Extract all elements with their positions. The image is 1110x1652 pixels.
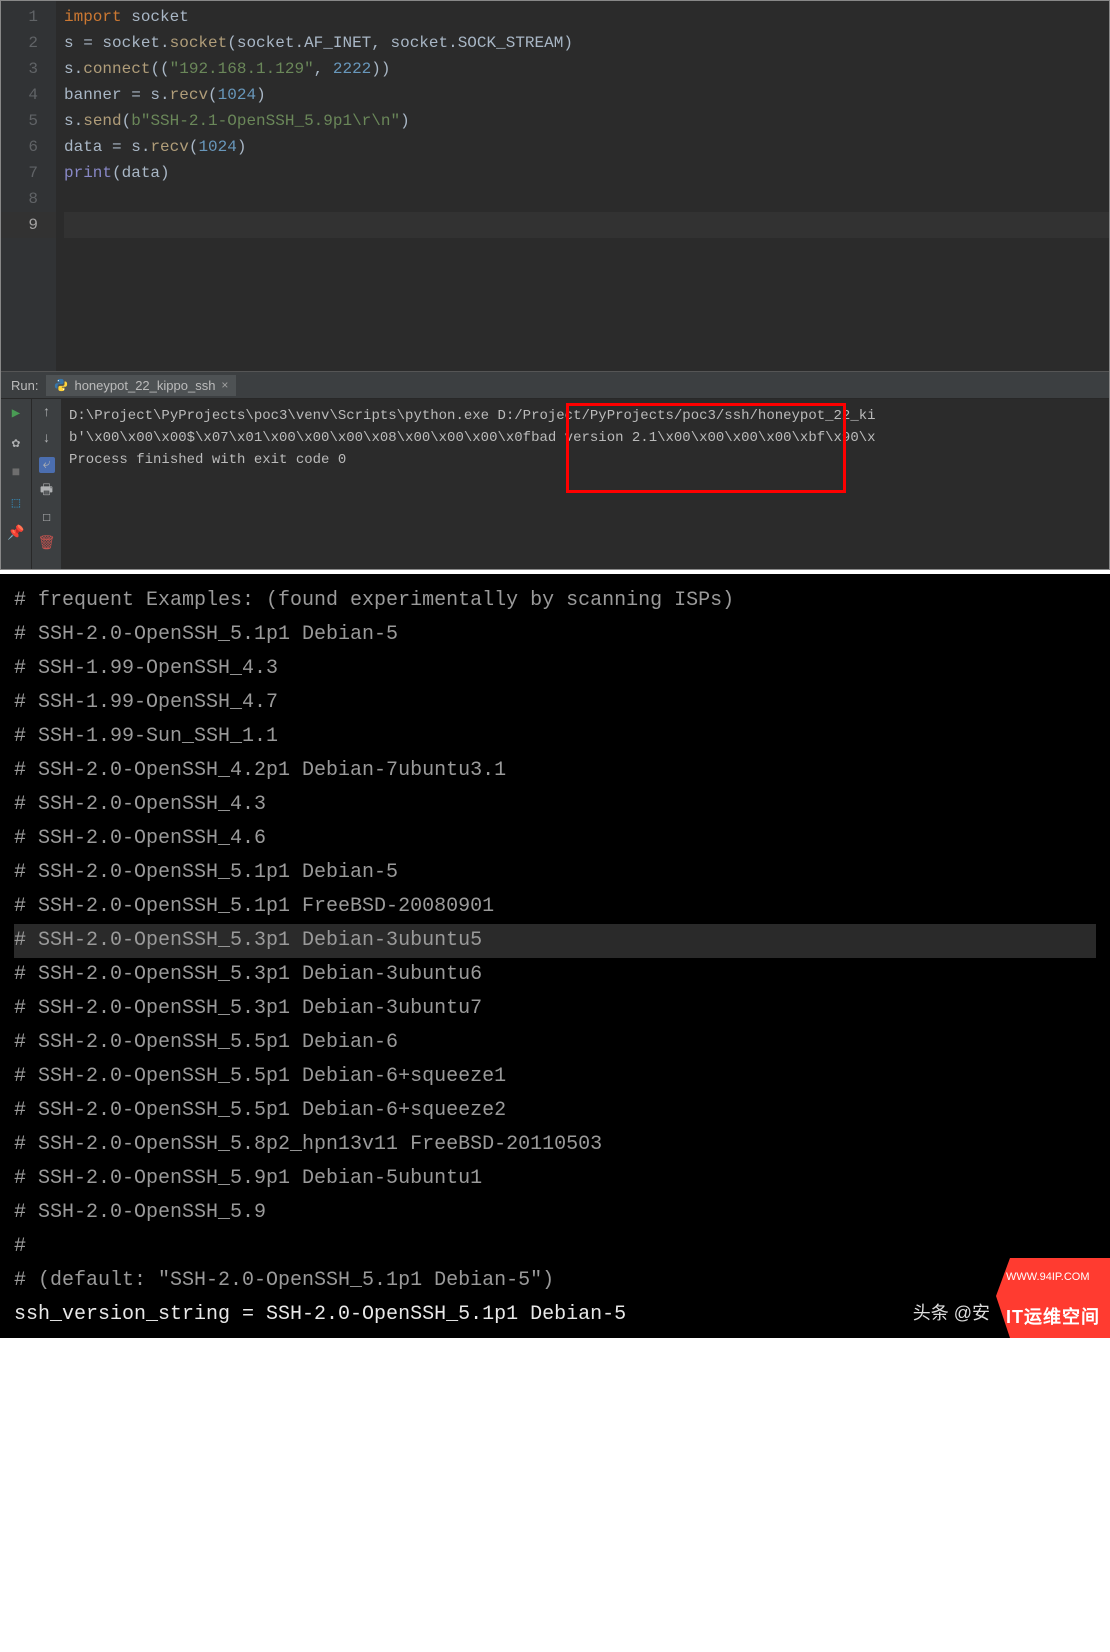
code-line[interactable] (64, 212, 1109, 238)
comment-line: # SSH-2.0-OpenSSH_4.3 (14, 788, 1096, 822)
watermark: 头条 @安 WWW.94IP.COM IT运维空间 (913, 1258, 1110, 1338)
arrow-down-icon[interactable]: ↓ (39, 431, 55, 447)
comment-line: # SSH-2.0-OpenSSH_5.1p1 Debian-5 (14, 856, 1096, 890)
run-actions-left: ▶ ✿ ■ ⬚ 📌 (1, 399, 31, 569)
layout-icon[interactable]: ⬚ (8, 495, 24, 511)
play-icon[interactable]: ▶ (8, 405, 24, 421)
line-number: 2 (1, 30, 56, 56)
comment-line: # SSH-2.0-OpenSSH_5.1p1 FreeBSD-20080901 (14, 890, 1096, 924)
editor-area[interactable]: 123456789 import sockets = socket.socket… (1, 1, 1109, 371)
comment-line: # SSH-2.0-OpenSSH_5.5p1 Debian-6+squeeze… (14, 1094, 1096, 1128)
wrap-icon[interactable]: ⤶ (39, 457, 55, 473)
run-console-area: ▶ ✿ ■ ⬚ 📌 ↑ ↓ ⤶ 🖶 ☐ 🗑 D:\Project\PyProje… (1, 399, 1109, 569)
ide-panel: 123456789 import sockets = socket.socket… (0, 0, 1110, 570)
comment-line: # SSH-2.0-OpenSSH_5.5p1 Debian-6+squeeze… (14, 1060, 1096, 1094)
run-tab[interactable]: honeypot_22_kippo_ssh × (46, 375, 236, 396)
close-icon[interactable]: × (221, 378, 228, 392)
comment-line: # SSH-2.0-OpenSSH_5.8p2_hpn13v11 FreeBSD… (14, 1128, 1096, 1162)
comment-line: # frequent Examples: (found experimental… (14, 584, 1096, 618)
watermark-title: IT运维空间 (996, 1296, 1110, 1338)
console-line: Process finished with exit code 0 (69, 449, 1101, 471)
code-line[interactable]: data = s.recv(1024) (64, 134, 1109, 160)
line-number: 3 (1, 56, 56, 82)
comment-line: # SSH-2.0-OpenSSH_5.5p1 Debian-6 (14, 1026, 1096, 1060)
console-line: b'\x00\x00\x00$\x07\x01\x00\x00\x00\x08\… (69, 427, 1101, 449)
code-line[interactable] (64, 186, 1109, 212)
comment-line: # SSH-2.0-OpenSSH_5.9p1 Debian-5ubuntu1 (14, 1162, 1096, 1196)
export-icon[interactable]: ☐ (39, 509, 55, 525)
config-comments-panel: # frequent Examples: (found experimental… (0, 574, 1110, 1338)
line-gutter: 123456789 (1, 1, 56, 371)
line-number: 5 (1, 108, 56, 134)
line-number: 8 (1, 186, 56, 212)
comment-line: # SSH-2.0-OpenSSH_5.3p1 Debian-3ubuntu5 (14, 924, 1096, 958)
arrow-up-icon[interactable]: ↑ (39, 405, 55, 421)
line-number: 9 (1, 212, 56, 238)
trash-icon[interactable]: 🗑 (39, 535, 55, 551)
stop-icon[interactable]: ■ (8, 465, 24, 481)
pin-icon[interactable]: 📌 (8, 525, 24, 541)
line-number: 6 (1, 134, 56, 160)
code-line[interactable]: import socket (64, 4, 1109, 30)
watermark-url: WWW.94IP.COM (996, 1258, 1110, 1296)
comment-line: # SSH-2.0-OpenSSH_4.6 (14, 822, 1096, 856)
comment-line: # SSH-2.0-OpenSSH_4.2p1 Debian-7ubuntu3.… (14, 754, 1096, 788)
watermark-badge: WWW.94IP.COM IT运维空间 (996, 1258, 1110, 1338)
comment-line: # SSH-1.99-OpenSSH_4.7 (14, 686, 1096, 720)
comment-line: # SSH-2.0-OpenSSH_5.3p1 Debian-3ubuntu7 (14, 992, 1096, 1026)
run-actions-inner: ↑ ↓ ⤶ 🖶 ☐ 🗑 (31, 399, 61, 569)
python-icon (54, 378, 68, 392)
print-icon[interactable]: 🖶 (39, 483, 55, 499)
comment-line: # SSH-2.0-OpenSSH_5.9 (14, 1196, 1096, 1230)
run-label: Run: (11, 378, 38, 393)
gear-icon[interactable]: ✿ (8, 435, 24, 451)
code-line[interactable]: s.send(b"SSH-2.1-OpenSSH_5.9p1\r\n") (64, 108, 1109, 134)
comment-line: # SSH-2.0-OpenSSH_5.3p1 Debian-3ubuntu6 (14, 958, 1096, 992)
code-line[interactable]: s = socket.socket(socket.AF_INET, socket… (64, 30, 1109, 56)
comment-line: # SSH-1.99-Sun_SSH_1.1 (14, 720, 1096, 754)
console-output[interactable]: D:\Project\PyProjects\poc3\venv\Scripts\… (61, 399, 1109, 569)
run-toolbar: Run: honeypot_22_kippo_ssh × (1, 371, 1109, 399)
code-lines[interactable]: import sockets = socket.socket(socket.AF… (56, 1, 1109, 371)
run-tab-label: honeypot_22_kippo_ssh (74, 378, 215, 393)
code-line[interactable]: print(data) (64, 160, 1109, 186)
watermark-text: 头条 @安 (913, 1296, 996, 1338)
code-line[interactable]: banner = s.recv(1024) (64, 82, 1109, 108)
line-number: 1 (1, 4, 56, 30)
console-line: D:\Project\PyProjects\poc3\venv\Scripts\… (69, 405, 1101, 427)
comment-line: # SSH-1.99-OpenSSH_4.3 (14, 652, 1096, 686)
line-number: 7 (1, 160, 56, 186)
line-number: 4 (1, 82, 56, 108)
code-line[interactable]: s.connect(("192.168.1.129", 2222)) (64, 56, 1109, 82)
comment-line: # SSH-2.0-OpenSSH_5.1p1 Debian-5 (14, 618, 1096, 652)
